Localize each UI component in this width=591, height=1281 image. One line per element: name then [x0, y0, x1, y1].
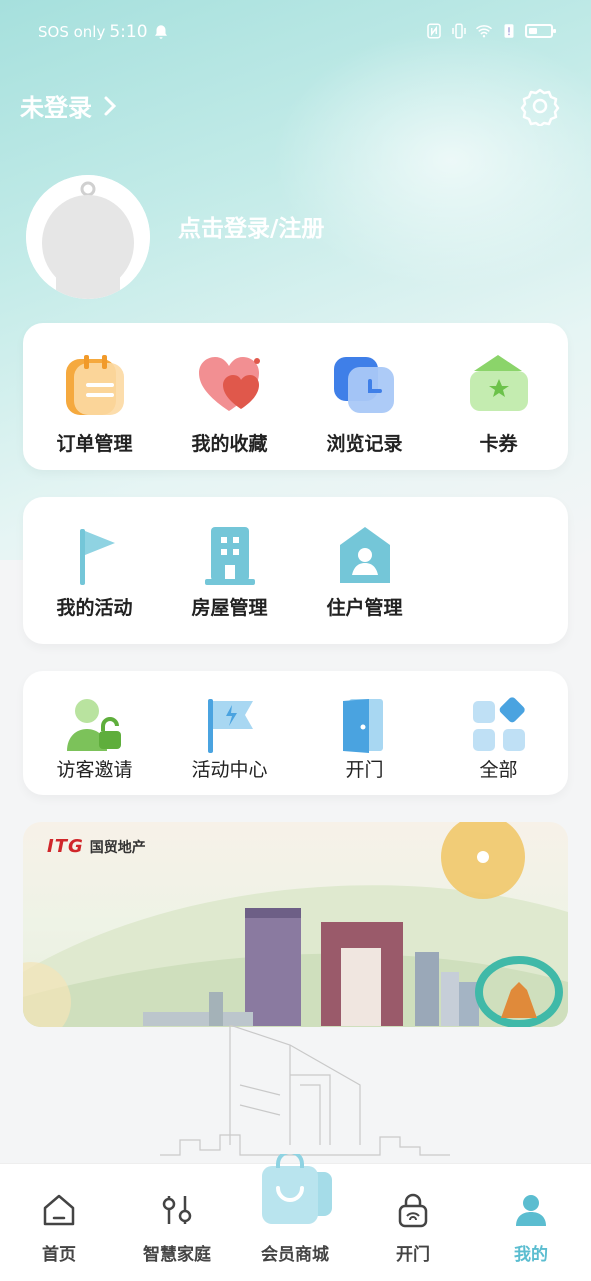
wifi-icon	[476, 25, 492, 38]
menu-item-label: 浏览记录	[326, 433, 403, 455]
nfc-icon	[427, 23, 441, 39]
property-menu-card: 我的活动 房屋管理 住户管理	[23, 497, 568, 644]
login-status-link[interactable]: 未登录	[20, 88, 118, 123]
carrier-text: SOS only	[38, 23, 106, 41]
menu-item-label: 我的收藏	[191, 433, 268, 455]
page-header: 未登录	[20, 86, 560, 128]
services-card: 访客邀请 活动中心 开门 全部	[23, 671, 568, 795]
sim-alert-icon	[504, 24, 514, 38]
service-label: 全部	[479, 759, 518, 781]
flag-icon	[80, 529, 115, 585]
menu-item-history[interactable]: 浏览记录	[297, 349, 432, 459]
menu-item-coupons[interactable]: 卡券	[431, 349, 566, 459]
history-icon	[334, 357, 394, 413]
service-event-center[interactable]: 活动中心	[162, 695, 297, 785]
tab-label: 开门	[396, 1245, 430, 1265]
sliders-icon	[162, 1196, 192, 1224]
grid-icon	[473, 697, 525, 751]
city-sketch-decoration	[160, 1025, 450, 1156]
default-avatar-icon	[26, 175, 150, 299]
menu-item-label: 我的活动	[56, 597, 133, 619]
brand-latin: ITG	[47, 836, 84, 857]
service-label: 访客邀请	[56, 759, 133, 781]
shopping-bag-icon	[262, 1154, 332, 1224]
quick-menu-card: 订单管理 我的收藏 浏览记录 卡券	[23, 323, 568, 470]
menu-item-favorites[interactable]: 我的收藏	[162, 349, 297, 459]
tab-label: 智慧家庭	[143, 1245, 211, 1265]
menu-item-orders[interactable]: 订单管理	[27, 349, 162, 459]
menu-item-label: 订单管理	[56, 433, 133, 455]
order-icon	[66, 355, 124, 415]
ticket-icon	[470, 355, 528, 411]
lock-icon	[398, 1193, 428, 1228]
service-visitor-invite[interactable]: 访客邀请	[27, 695, 162, 785]
bottom-tab-bar: 首页 智慧家庭 会员商城 开门 我的	[0, 1154, 591, 1281]
tab-label: 会员商城	[261, 1245, 329, 1265]
tab-home[interactable]: 首页	[0, 1164, 118, 1281]
status-bar: SOS only 5:10	[0, 0, 591, 66]
clock-time: 5:10	[109, 22, 148, 42]
visitor-icon	[67, 699, 121, 751]
service-label: 活动中心	[191, 759, 268, 781]
gear-icon	[520, 88, 560, 128]
menu-item-house-management[interactable]: 房屋管理	[162, 521, 297, 631]
tab-label: 我的	[514, 1245, 548, 1265]
tab-label: 首页	[42, 1245, 76, 1265]
settings-button[interactable]	[520, 86, 560, 128]
menu-item-resident-management[interactable]: 住户管理	[297, 521, 432, 631]
brand-cn: 国贸地产	[89, 839, 146, 856]
tab-member-mall[interactable]: 会员商城	[236, 1154, 354, 1281]
event-flag-icon	[208, 699, 253, 753]
chevron-right-icon	[104, 96, 117, 115]
heart-icon	[199, 357, 260, 411]
door-icon	[343, 699, 383, 753]
login-status-text: 未登录	[20, 94, 92, 122]
vibrate-icon	[452, 23, 466, 39]
home-icon	[43, 1194, 75, 1226]
login-register-link[interactable]: 点击登录/注册	[178, 209, 324, 243]
menu-item-my-activities[interactable]: 我的活动	[27, 521, 162, 631]
promo-banner[interactable]: ITG 国贸地产	[23, 822, 568, 1027]
profile-section: 点击登录/注册	[26, 175, 566, 300]
service-label: 开门	[345, 759, 384, 781]
tab-open-door[interactable]: 开门	[354, 1164, 472, 1281]
tab-mine[interactable]: 我的	[472, 1164, 590, 1281]
menu-item-label: 住户管理	[326, 597, 403, 619]
menu-item-label: 卡券	[479, 433, 518, 455]
resident-icon	[340, 527, 390, 583]
person-icon	[516, 1195, 546, 1226]
service-all[interactable]: 全部	[431, 695, 566, 785]
brand-logo: ITG 国贸地产	[47, 836, 146, 857]
building-icon	[205, 527, 255, 585]
battery-icon	[525, 24, 556, 38]
avatar[interactable]	[26, 175, 150, 299]
bell-icon	[154, 25, 167, 39]
menu-item-label: 房屋管理	[191, 597, 268, 619]
service-open-door[interactable]: 开门	[297, 695, 432, 785]
tab-smart-home[interactable]: 智慧家庭	[118, 1164, 236, 1281]
